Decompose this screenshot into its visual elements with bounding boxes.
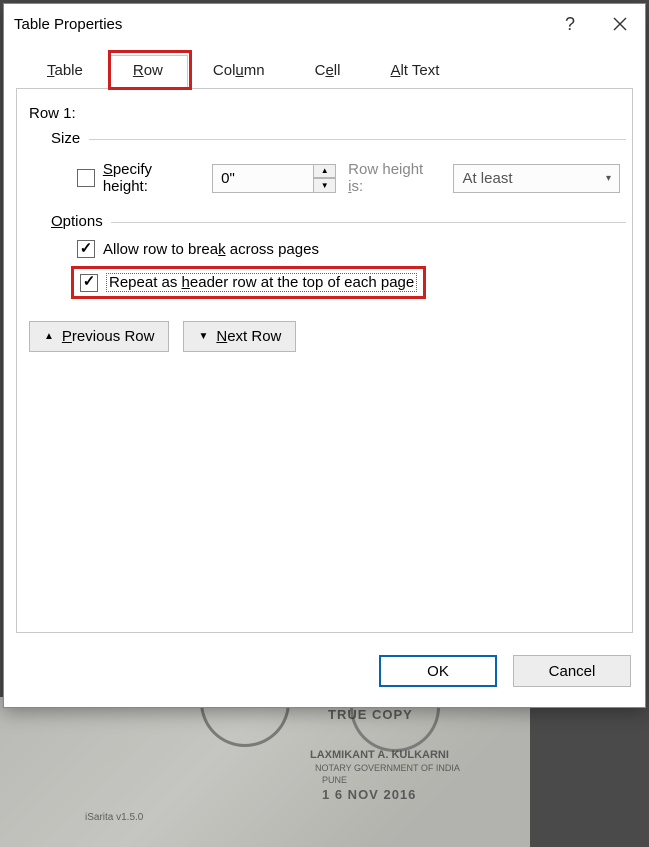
- tab-strip: Table Row Column Cell Alt Text: [22, 54, 633, 88]
- titlebar: Table Properties ?: [4, 4, 645, 44]
- close-button[interactable]: [595, 4, 645, 44]
- stamp-name: LAXMIKANT A. KULKARNI: [310, 749, 449, 761]
- row-height-select[interactable]: At least ▾: [453, 164, 620, 193]
- height-spinner[interactable]: ▲ ▼: [212, 164, 336, 193]
- allow-break-label: Allow row to break across pages: [103, 241, 319, 258]
- tab-table[interactable]: Table: [22, 55, 108, 89]
- spin-down-icon[interactable]: ▼: [314, 178, 336, 193]
- cancel-button[interactable]: Cancel: [513, 655, 631, 687]
- specify-height-label: Specify height:: [103, 161, 200, 195]
- ok-button[interactable]: OK: [379, 655, 497, 687]
- dialog-title: Table Properties: [14, 16, 545, 33]
- background-document: TRUE COPY LAXMIKANT A. KULKARNI NOTARY G…: [0, 697, 530, 847]
- tab-alt-text[interactable]: Alt Text: [365, 55, 464, 89]
- help-button[interactable]: ?: [545, 4, 595, 44]
- height-input[interactable]: [212, 164, 314, 193]
- group-size-title: Size: [51, 130, 620, 147]
- row-height-is-label: Row height is:: [348, 161, 441, 195]
- chevron-down-icon: ▾: [606, 173, 611, 184]
- tab-row[interactable]: Row: [108, 55, 188, 89]
- stamp-pune: PUNE: [322, 775, 347, 785]
- checkbox-checked-icon: [80, 274, 98, 292]
- specify-height-checkbox[interactable]: Specify height:: [77, 161, 200, 195]
- dialog-footer: OK Cancel: [4, 645, 645, 707]
- row-height-value: At least: [462, 170, 512, 187]
- checkbox-unchecked-icon: [77, 169, 95, 187]
- stamp-date: 1 6 NOV 2016: [322, 787, 416, 802]
- table-properties-dialog: Table Properties ? Table Row Column Cell…: [3, 3, 646, 708]
- highlight-repeat-header: Repeat as header row at the top of each …: [71, 266, 426, 299]
- group-options-title: Options: [51, 213, 620, 230]
- tab-column[interactable]: Column: [188, 55, 290, 89]
- triangle-up-icon: ▲: [44, 331, 54, 342]
- spin-up-icon[interactable]: ▲: [314, 164, 336, 179]
- tab-cell[interactable]: Cell: [290, 55, 366, 89]
- doc-version: iSarita v1.5.0: [85, 812, 143, 823]
- allow-break-checkbox[interactable]: Allow row to break across pages: [77, 240, 319, 258]
- close-icon: [613, 17, 627, 31]
- previous-row-button[interactable]: ▲ Previous Row: [29, 321, 169, 352]
- next-row-label: Next Row: [216, 328, 281, 345]
- tab-panel: Row 1: Size Specify height: ▲ ▼ Row: [16, 88, 633, 633]
- stamp-notary: NOTARY GOVERNMENT OF INDIA: [315, 763, 460, 773]
- previous-row-label: Previous Row: [62, 328, 155, 345]
- triangle-down-icon: ▼: [198, 331, 208, 342]
- stamp-true-copy: TRUE COPY: [328, 707, 413, 722]
- repeat-header-label: Repeat as header row at the top of each …: [106, 273, 417, 292]
- row-number-label: Row 1:: [29, 105, 620, 122]
- repeat-header-checkbox[interactable]: Repeat as header row at the top of each …: [80, 273, 417, 292]
- checkbox-checked-icon: [77, 240, 95, 258]
- next-row-button[interactable]: ▼ Next Row: [183, 321, 296, 352]
